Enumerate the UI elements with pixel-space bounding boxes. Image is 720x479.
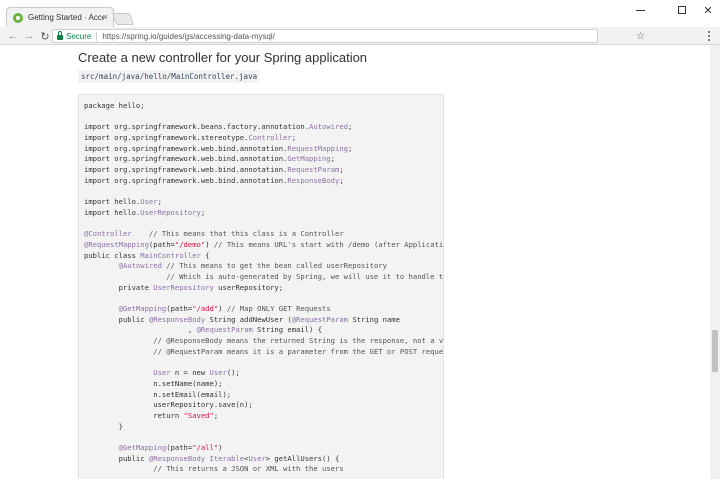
tab-close-icon[interactable]: × (103, 12, 108, 22)
code-line: @GetMapping(path="/add") // Map ONLY GET… (118, 304, 331, 314)
page-content: Create a new controller for your Spring … (0, 45, 720, 479)
code-line: @Autowired // This means to get the bean… (118, 261, 387, 271)
code-line: package hello; (84, 101, 145, 110)
reload-icon: ↻ (40, 30, 50, 43)
lock-icon (57, 31, 63, 40)
forward-button[interactable]: → (22, 29, 36, 43)
close-window-button[interactable]: ✕ (694, 2, 720, 18)
browser-tab[interactable]: Getting Started · Accessi × (6, 7, 114, 27)
code-line: // @ResponseBody means the returned Stri… (153, 336, 444, 346)
back-button[interactable]: ← (6, 29, 20, 43)
minimize-button[interactable] (626, 2, 654, 18)
section-heading: Create a new controller for your Spring … (78, 50, 368, 65)
forward-arrow-icon: → (23, 30, 35, 42)
code-line: @GetMapping(path="/all") (118, 443, 223, 452)
code-line: import org.springframework.web.bind.anno… (84, 175, 344, 185)
browser-toolbar: ← → ↻ Secure https://spring.io/guides/gs… (0, 27, 720, 45)
title-bar: Getting Started · Accessi × ✕ (0, 0, 720, 27)
code-line: import org.springframework.web.bind.anno… (84, 165, 344, 175)
maximize-button[interactable] (668, 2, 696, 18)
code-line: return "Saved"; (84, 410, 219, 420)
address-bar[interactable]: Secure https://spring.io/guides/gs/acces… (52, 29, 645, 43)
code-line: } (84, 421, 123, 431)
code-line: import org.springframework.web.bind.anno… (84, 143, 353, 153)
code-line: import hello.UserRepository; (84, 207, 206, 217)
url-text[interactable]: https://spring.io/guides/gs/accessing-da… (102, 32, 275, 41)
code-line: User n = new User(); (153, 368, 240, 378)
code-line: @RequestMapping(path="/demo") // This me… (84, 239, 444, 249)
code-line: public @ResponseBody String addNewUser (… (84, 314, 400, 324)
code-line: public class MainController { (84, 250, 210, 260)
code-line: n.setEmail(email); (84, 389, 232, 399)
tab-title: Getting Started · Accessi (28, 13, 104, 22)
code-line: import hello.User; (84, 197, 162, 207)
reload-button[interactable]: ↻ (38, 29, 52, 43)
code-line: import org.springframework.beans.factory… (84, 122, 353, 132)
menu-icon[interactable] (704, 29, 714, 43)
code-line: @Controller // This means that this clas… (84, 229, 344, 239)
address-separator (96, 31, 98, 41)
code-line: // @RequestParam means it is a parameter… (153, 346, 444, 356)
file-path-label: src/main/java/hello/MainController.java (78, 70, 261, 83)
minimize-icon (635, 9, 645, 11)
star-icon[interactable]: ☆ (636, 30, 645, 44)
code-listing: package hello; import org.springframewor… (84, 101, 443, 475)
back-arrow-icon: ← (7, 30, 19, 42)
code-line: // Which is auto-generated by Spring, we… (166, 272, 444, 281)
new-tab-button[interactable] (111, 13, 135, 25)
close-icon: ✕ (703, 4, 713, 17)
code-line: n.setName(name); (84, 378, 223, 388)
code-line: public @ResponseBody Iterable<User> getA… (84, 453, 340, 463)
maximize-icon (678, 6, 686, 14)
code-line: private UserRepository userRepository; (84, 282, 284, 292)
spring-favicon-icon (13, 12, 23, 23)
page-scrollbar[interactable] (710, 45, 720, 479)
code-line: userRepository.save(n); (84, 400, 253, 410)
scrollbar-thumb[interactable] (712, 330, 718, 372)
code-line: , @RequestParam String email) { (84, 325, 323, 335)
code-block: package hello; import org.springframewor… (78, 94, 444, 479)
code-line: import org.springframework.stereotype.Co… (84, 133, 297, 143)
code-line: import org.springframework.web.bind.anno… (84, 154, 335, 164)
code-line: // This returns a JSON or XML with the u… (153, 464, 344, 474)
security-label: Secure (66, 31, 92, 41)
